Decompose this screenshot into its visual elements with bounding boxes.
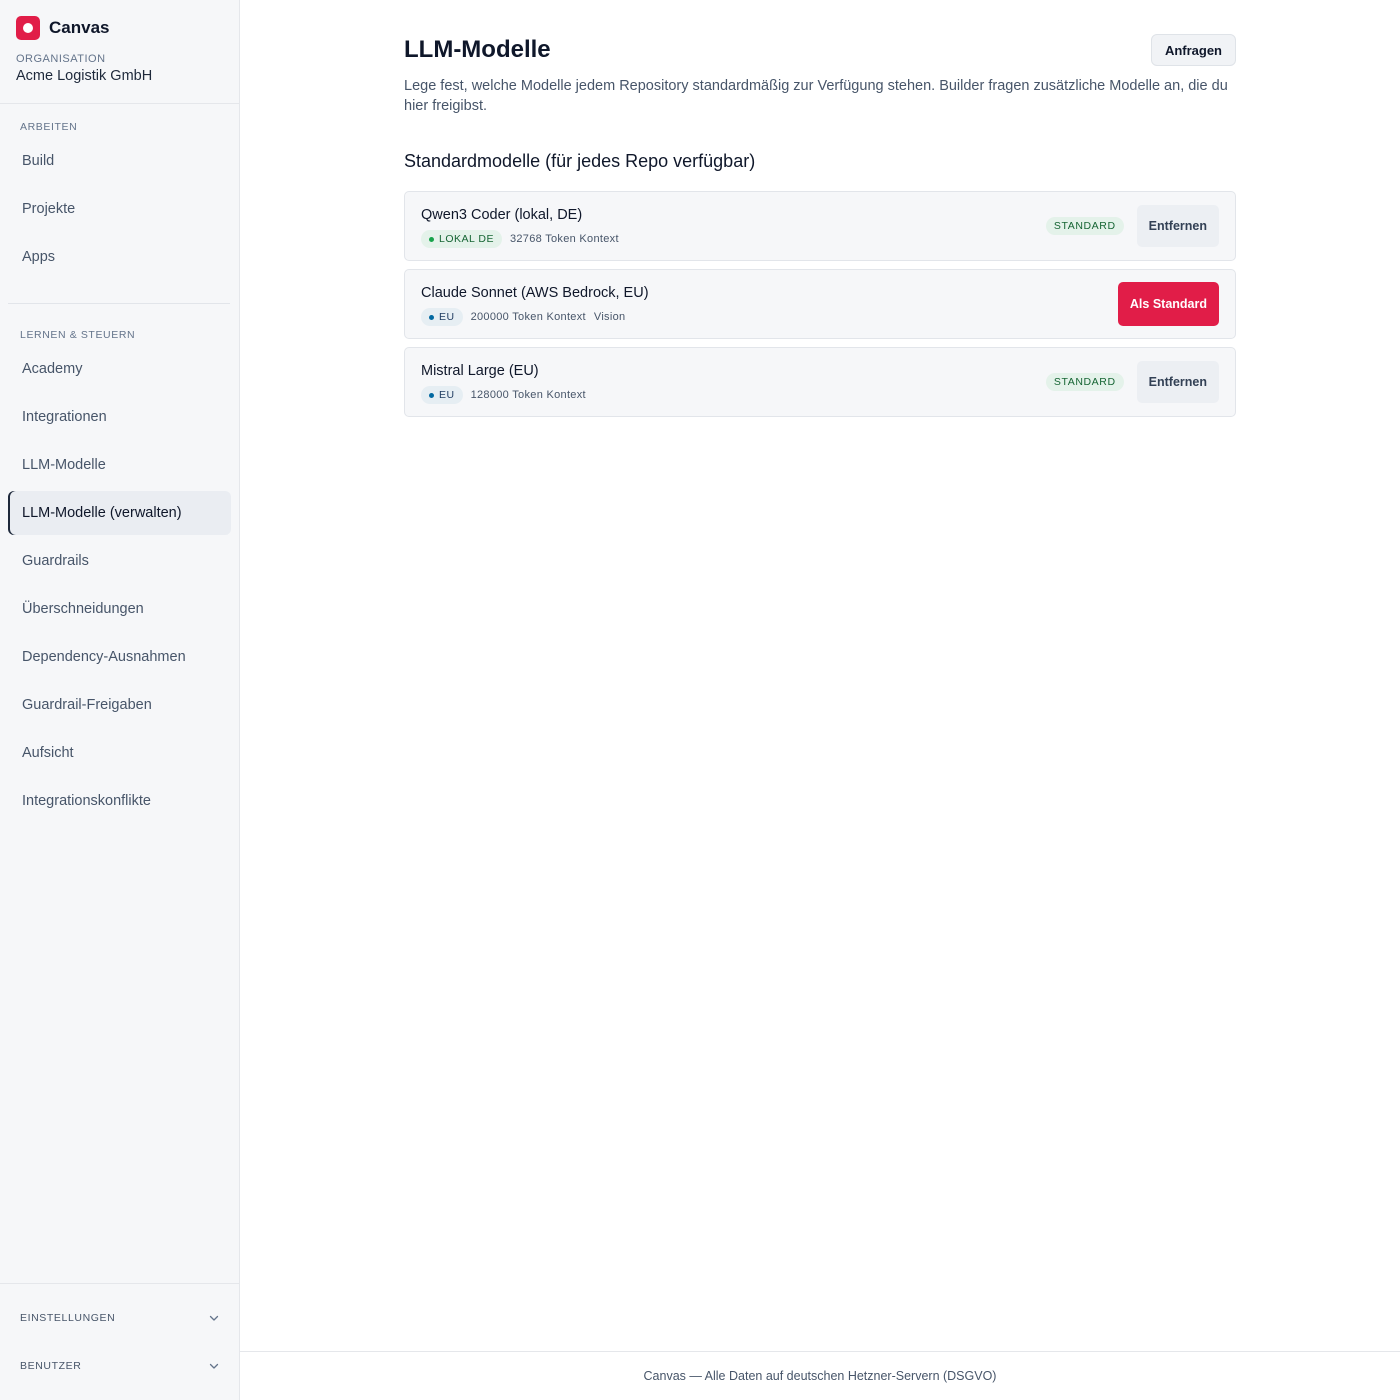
chevron-down-icon: [209, 1315, 219, 1321]
model-card-claude-sonnet: Claude Sonnet (AWS Bedrock, EU) EU 20000…: [404, 269, 1236, 339]
sidebar-item-ueberschneidungen[interactable]: Überschneidungen: [8, 587, 231, 631]
sidebar-item-apps[interactable]: Apps: [8, 235, 231, 279]
section-label-arbeiten: ARBEITEN: [20, 121, 78, 133]
status-dot-icon: [429, 314, 434, 320]
request-button[interactable]: Anfragen: [1150, 34, 1236, 66]
model-name: Claude Sonnet (AWS Bedrock, EU): [421, 285, 649, 301]
capability-label: Vision: [593, 311, 626, 323]
page-title: LLM-Modelle: [404, 36, 551, 63]
brand-name: Canvas: [49, 18, 110, 37]
status-dot-icon: [429, 392, 434, 398]
content: LLM-Modelle Anfragen Lege fest, welche M…: [404, 34, 1236, 425]
context-size: 128000 Token Kontext: [470, 389, 586, 401]
model-actions: STANDARD Entfernen: [1045, 361, 1219, 403]
divider: [0, 103, 239, 104]
sidebar-item-guardrail-freigaben[interactable]: Guardrail-Freigaben: [8, 683, 231, 727]
divider: [8, 303, 230, 304]
organization-label: ORGANISATION: [16, 53, 106, 65]
brand[interactable]: Canvas: [16, 16, 109, 40]
model-list: Qwen3 Coder (lokal, DE) LOKAL DE 32768 T…: [404, 191, 1236, 417]
canvas-logo-icon: [16, 16, 40, 40]
model-name: Qwen3 Coder (lokal, DE): [421, 207, 583, 223]
standard-badge: STANDARD: [1045, 217, 1124, 235]
sidebar-item-aufsicht[interactable]: Aufsicht: [8, 731, 231, 775]
sidebar-item-academy[interactable]: Academy: [8, 347, 231, 391]
model-name: Mistral Large (EU): [421, 363, 539, 379]
sidebar-item-llm-modelle[interactable]: LLM-Modelle: [8, 443, 231, 487]
nav-group-lernen-steuern: Academy Integrationen LLM-Modelle LLM-Mo…: [8, 347, 231, 827]
region-badge: EU: [421, 308, 463, 326]
remove-button[interactable]: Entfernen: [1136, 205, 1219, 247]
sidebar-item-guardrails[interactable]: Guardrails: [8, 539, 231, 583]
standard-badge: STANDARD: [1045, 373, 1124, 391]
sidebar-item-llm-modelle-verwalten[interactable]: LLM-Modelle (verwalten): [8, 491, 231, 535]
sidebar-item-integrationen[interactable]: Integrationen: [8, 395, 231, 439]
model-card-mistral-large: Mistral Large (EU) EU 128000 Token Konte…: [404, 347, 1236, 417]
remove-button[interactable]: Entfernen: [1136, 361, 1219, 403]
sidebar-item-build[interactable]: Build: [8, 139, 231, 183]
organization-name: Acme Logistik GmbH: [16, 68, 153, 84]
context-size: 32768 Token Kontext: [509, 233, 619, 245]
users-label: BENUTZER: [20, 1360, 82, 1372]
model-meta: EU 128000 Token Kontext: [421, 386, 586, 404]
context-size: 200000 Token Kontext: [470, 311, 586, 323]
page-description: Lege fest, welche Modelle jedem Reposito…: [404, 78, 1228, 114]
main-area: LLM-Modelle Anfragen Lege fest, welche M…: [240, 0, 1400, 1400]
region-badge: EU: [421, 386, 463, 404]
divider: [0, 1283, 239, 1284]
sidebar: Canvas ORGANISATION Acme Logistik GmbH A…: [0, 0, 240, 1400]
status-dot-icon: [429, 236, 434, 242]
sidebar-item-integrationskonflikte[interactable]: Integrationskonflikte: [8, 779, 231, 823]
settings-toggle[interactable]: EINSTELLUNGEN: [20, 1308, 220, 1328]
section-label-lernen-steuern: LERNEN & STEUERN: [20, 329, 136, 341]
sidebar-item-dependency-ausnahmen[interactable]: Dependency-Ausnahmen: [8, 635, 231, 679]
region-badge: LOKAL DE: [421, 230, 502, 248]
model-meta: EU 200000 Token Kontext Vision: [421, 308, 625, 326]
model-card-qwen3-coder: Qwen3 Coder (lokal, DE) LOKAL DE 32768 T…: [404, 191, 1236, 261]
model-meta: LOKAL DE 32768 Token Kontext: [421, 230, 619, 248]
chevron-down-icon: [209, 1363, 219, 1369]
model-actions: Als Standard: [1117, 282, 1219, 326]
model-actions: STANDARD Entfernen: [1045, 205, 1219, 247]
sidebar-item-projekte[interactable]: Projekte: [8, 187, 231, 231]
users-toggle[interactable]: BENUTZER: [20, 1356, 220, 1376]
section-title: Standardmodelle (für jedes Repo verfügba…: [404, 151, 756, 171]
settings-label: EINSTELLUNGEN: [20, 1312, 116, 1324]
nav-group-arbeiten: Build Projekte Apps: [8, 139, 231, 283]
set-default-button[interactable]: Als Standard: [1117, 282, 1219, 326]
footer: Canvas — Alle Daten auf deutschen Hetzne…: [240, 1351, 1400, 1400]
